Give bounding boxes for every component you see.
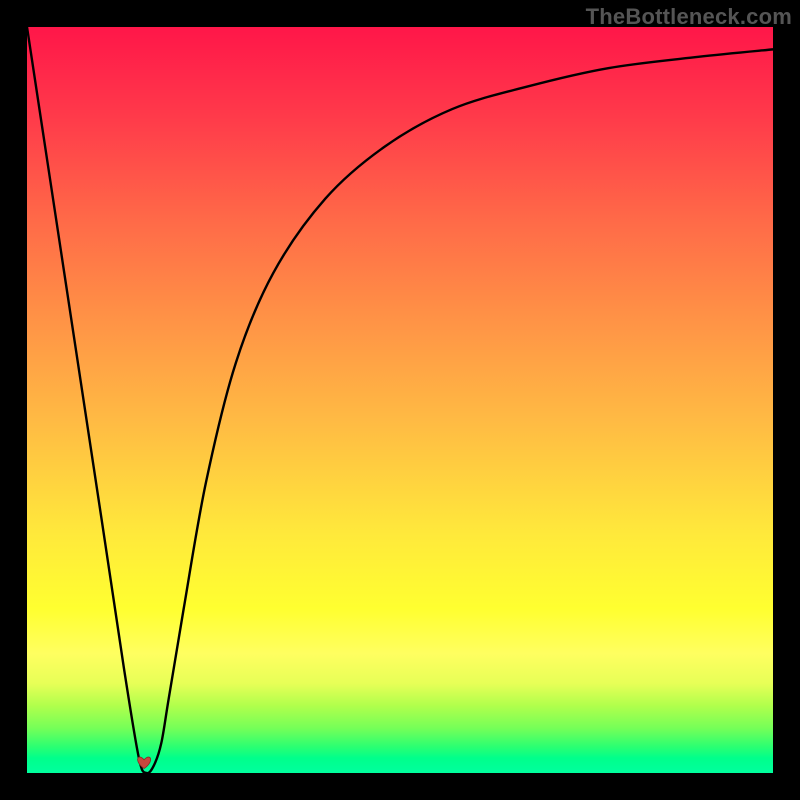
bottleneck-curve bbox=[27, 27, 773, 773]
optimal-point-heart-icon bbox=[138, 757, 151, 769]
plot-area bbox=[27, 27, 773, 773]
chart-frame: TheBottleneck.com bbox=[0, 0, 800, 800]
curve-layer bbox=[27, 27, 773, 773]
